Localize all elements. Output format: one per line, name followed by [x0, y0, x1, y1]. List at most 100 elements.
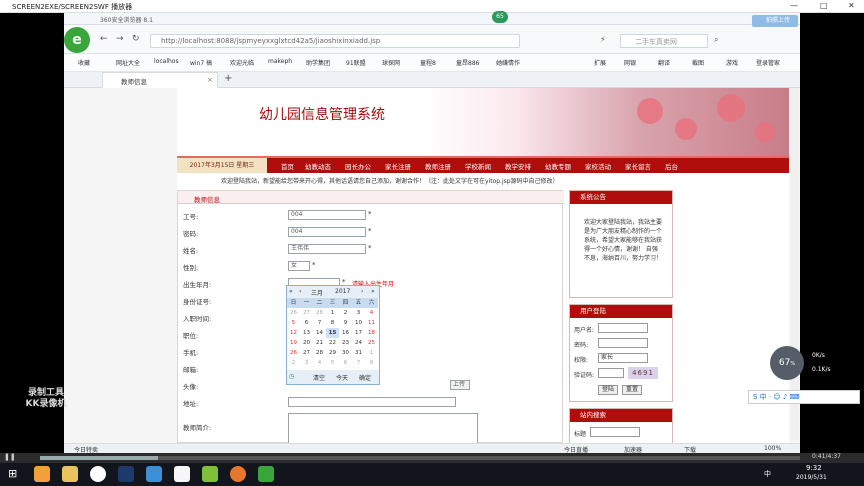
calendar-day[interactable]: 31	[352, 348, 365, 358]
nav-item[interactable]: 教学安排	[505, 161, 531, 171]
page-scrollbar[interactable]	[791, 88, 799, 440]
nav-item[interactable]: 后台	[665, 161, 678, 171]
bio-textarea[interactable]	[288, 413, 478, 443]
browser-taskbar-icon[interactable]	[258, 466, 274, 482]
bookmark-item[interactable]: localhos	[154, 58, 179, 65]
calendar-day[interactable]: 15	[326, 328, 339, 338]
calendar-day[interactable]: 16	[339, 328, 352, 338]
calendar-day[interactable]: 8	[326, 318, 339, 328]
new-tab-icon[interactable]: +	[224, 73, 232, 84]
calendar-day[interactable]: 18	[365, 328, 378, 338]
nav-item[interactable]: 家长注册	[385, 161, 411, 171]
calendar-year[interactable]: 2017	[335, 288, 350, 295]
calendar-day[interactable]: 17	[352, 328, 365, 338]
search-icon[interactable]: ⌕	[714, 35, 718, 45]
bookmark-item[interactable]: 童昂886	[456, 58, 479, 67]
calendar-day[interactable]: 3	[352, 308, 365, 318]
calendar-day[interactable]: 23	[339, 338, 352, 348]
role-select[interactable]: 家长	[598, 353, 648, 363]
taskbar-app-icon[interactable]	[174, 466, 190, 482]
prev-month-icon[interactable]: ‹	[299, 288, 301, 295]
nav-item[interactable]: 教师注册	[425, 161, 451, 171]
nav-item[interactable]: 家校活动	[585, 161, 611, 171]
bookmark-item[interactable]: 网址大全	[116, 58, 140, 67]
calendar-day[interactable]: 14	[313, 328, 326, 338]
calendar-day[interactable]: 26	[287, 348, 300, 358]
calendar-day[interactable]: 5	[287, 318, 300, 328]
bookmark-item[interactable]: 收藏	[78, 58, 90, 67]
nav-item[interactable]: 学校新闻	[465, 161, 491, 171]
calendar-day[interactable]: 30	[339, 348, 352, 358]
clock-icon[interactable]: ◷	[289, 373, 294, 380]
bookmark-item[interactable]: win7 搞	[190, 58, 212, 67]
calendar-day[interactable]: 4	[313, 358, 326, 368]
calendar-day[interactable]: 9	[339, 318, 352, 328]
nav-item[interactable]: 家长留言	[625, 161, 651, 171]
tab-active[interactable]: 教师信息 ×	[102, 72, 218, 88]
password-input[interactable]: 004	[288, 227, 366, 237]
bookmark-item[interactable]: 球探网	[382, 58, 400, 67]
ime-indicator[interactable]: 中	[764, 469, 771, 479]
address-input[interactable]	[288, 397, 456, 407]
calendar-day[interactable]: 21	[313, 338, 326, 348]
minimize-icon[interactable]: —	[790, 1, 798, 10]
taskbar-app-icon[interactable]	[118, 466, 134, 482]
username-input[interactable]	[598, 323, 648, 333]
calendar-day[interactable]: 25	[365, 338, 378, 348]
zoom-level[interactable]: 100%	[764, 445, 781, 452]
pause-icon[interactable]: ❚❚	[4, 453, 16, 461]
bookmark-item[interactable]: 助学集团	[306, 58, 330, 67]
ok-button[interactable]: 确定	[359, 373, 371, 382]
refresh-icon[interactable]: ↻	[132, 34, 140, 44]
calendar-day[interactable]: 6	[300, 318, 313, 328]
login-button[interactable]: 登陆	[598, 385, 618, 395]
search-input[interactable]: 二手车真卖网	[620, 34, 708, 48]
menu-translate[interactable]: 翻译	[658, 58, 670, 67]
tab-close-icon[interactable]: ×	[207, 76, 213, 84]
calendar-day[interactable]: 4	[365, 308, 378, 318]
taskbar-app-icon[interactable]	[34, 466, 50, 482]
menu-screenshot[interactable]: 截图	[692, 58, 704, 67]
calendar-day[interactable]: 3	[300, 358, 313, 368]
upload-button[interactable]: 上传	[450, 380, 470, 390]
calendar-day[interactable]: 6	[339, 358, 352, 368]
name-input[interactable]: 王伟伟	[288, 244, 366, 254]
calendar-day[interactable]: 29	[326, 348, 339, 358]
calendar-day[interactable]: 27	[300, 308, 313, 318]
folder-icon[interactable]	[62, 466, 78, 482]
calendar-day[interactable]: 1	[326, 308, 339, 318]
calendar-day[interactable]: 24	[352, 338, 365, 348]
calendar-day[interactable]: 26	[287, 308, 300, 318]
calendar-day[interactable]: 10	[352, 318, 365, 328]
calendar-day[interactable]: 12	[287, 328, 300, 338]
maximize-icon[interactable]: □	[820, 1, 828, 10]
calendar-day[interactable]: 22	[326, 338, 339, 348]
player-progress-track[interactable]	[40, 456, 800, 460]
nav-item[interactable]: 首页	[281, 161, 294, 171]
captcha-image[interactable]: 4691	[628, 367, 658, 379]
menu-games[interactable]: 游戏	[726, 58, 738, 67]
calendar-day[interactable]: 8	[365, 358, 378, 368]
ime-toolbar[interactable]: S 中 · ☺ ♪ ⌨	[748, 390, 860, 404]
calendar-day[interactable]: 5	[326, 358, 339, 368]
calendar-day[interactable]: 7	[313, 318, 326, 328]
taskbar-app-icon[interactable]	[202, 466, 218, 482]
nav-item[interactable]: 幼教专题	[545, 161, 571, 171]
taskbar-app-icon[interactable]	[90, 466, 106, 482]
bookmark-item[interactable]: 欢迎光临	[230, 58, 254, 67]
taskbar-app-icon[interactable]	[146, 466, 162, 482]
menu-login-manager[interactable]: 登录管家	[756, 58, 780, 67]
id-input[interactable]: 004	[288, 210, 366, 220]
calendar-day[interactable]: 1	[365, 348, 378, 358]
close-icon[interactable]: ✕	[848, 1, 855, 10]
calendar-day[interactable]: 2	[339, 308, 352, 318]
address-bar[interactable]: http://localhost:8088/jspmyeyxxglxtcd42a…	[150, 34, 520, 48]
security-icon[interactable]: ⚡	[600, 35, 606, 44]
calendar-day[interactable]: 7	[352, 358, 365, 368]
calendar-month[interactable]: 三月	[311, 288, 323, 297]
captcha-input[interactable]	[598, 368, 624, 378]
today-button[interactable]: 今天	[336, 373, 348, 382]
nav-item[interactable]: 幼教动态	[305, 161, 331, 171]
bookmark-item[interactable]: 童程8	[420, 58, 436, 67]
reset-button[interactable]: 重置	[622, 385, 642, 395]
